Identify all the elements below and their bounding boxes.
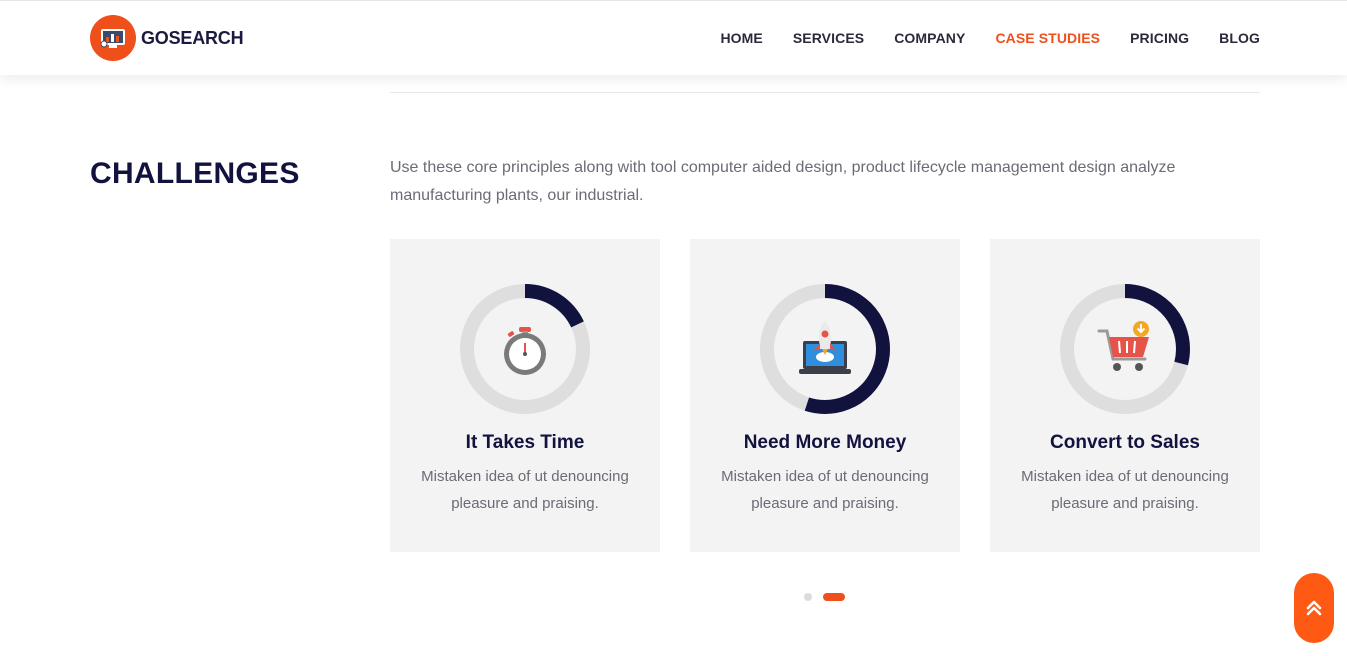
scroll-to-top-button[interactable] [1294, 573, 1334, 643]
brand-name: GOSEARCH [141, 27, 244, 48]
rocket-laptop-icon [799, 321, 851, 374]
carousel-pagination [804, 593, 845, 601]
card-title: Convert to Sales [1050, 432, 1200, 453]
main-nav: HOME SERVICES COMPANY CASE STUDIES PRICI… [690, 30, 1260, 46]
double-chevron-up-icon [1306, 600, 1322, 616]
shopping-cart-icon [1097, 321, 1149, 371]
carousel-dot-1[interactable] [804, 593, 812, 601]
logo-icon [90, 15, 136, 61]
nav-pricing[interactable]: PRICING [1130, 30, 1189, 46]
challenge-card: It Takes Time Mistaken idea of ut denoun… [390, 239, 660, 552]
nav-case-studies[interactable]: CASE STUDIES [995, 30, 1100, 46]
challenge-card: Need More Money Mistaken idea of ut deno… [690, 239, 960, 552]
card-title: Need More Money [743, 432, 907, 453]
card-text: Mistaken idea of ut denouncing pleasure … [421, 468, 629, 512]
brand-logo[interactable]: GOSEARCH [90, 15, 244, 61]
card-title: It Takes Time [465, 432, 585, 453]
section-divider [390, 92, 1260, 93]
carousel-dot-2[interactable] [823, 593, 845, 601]
nav-blog[interactable]: BLOG [1219, 30, 1260, 46]
section-intro: Use these core principles along with too… [390, 159, 1176, 204]
section-title: CHALLENGES [90, 157, 300, 190]
challenge-card: Convert to Sales Mistaken idea of ut den… [990, 239, 1260, 552]
site-header: GOSEARCH HOME SERVICES COMPANY CASE STUD… [0, 0, 1347, 75]
nav-services[interactable]: SERVICES [793, 30, 864, 46]
nav-company[interactable]: COMPANY [894, 30, 965, 46]
nav-home[interactable]: HOME [720, 30, 762, 46]
card-text: Mistaken idea of ut denouncing pleasure … [721, 468, 929, 512]
card-text: Mistaken idea of ut denouncing pleasure … [1021, 468, 1229, 512]
stopwatch-icon [504, 327, 546, 375]
